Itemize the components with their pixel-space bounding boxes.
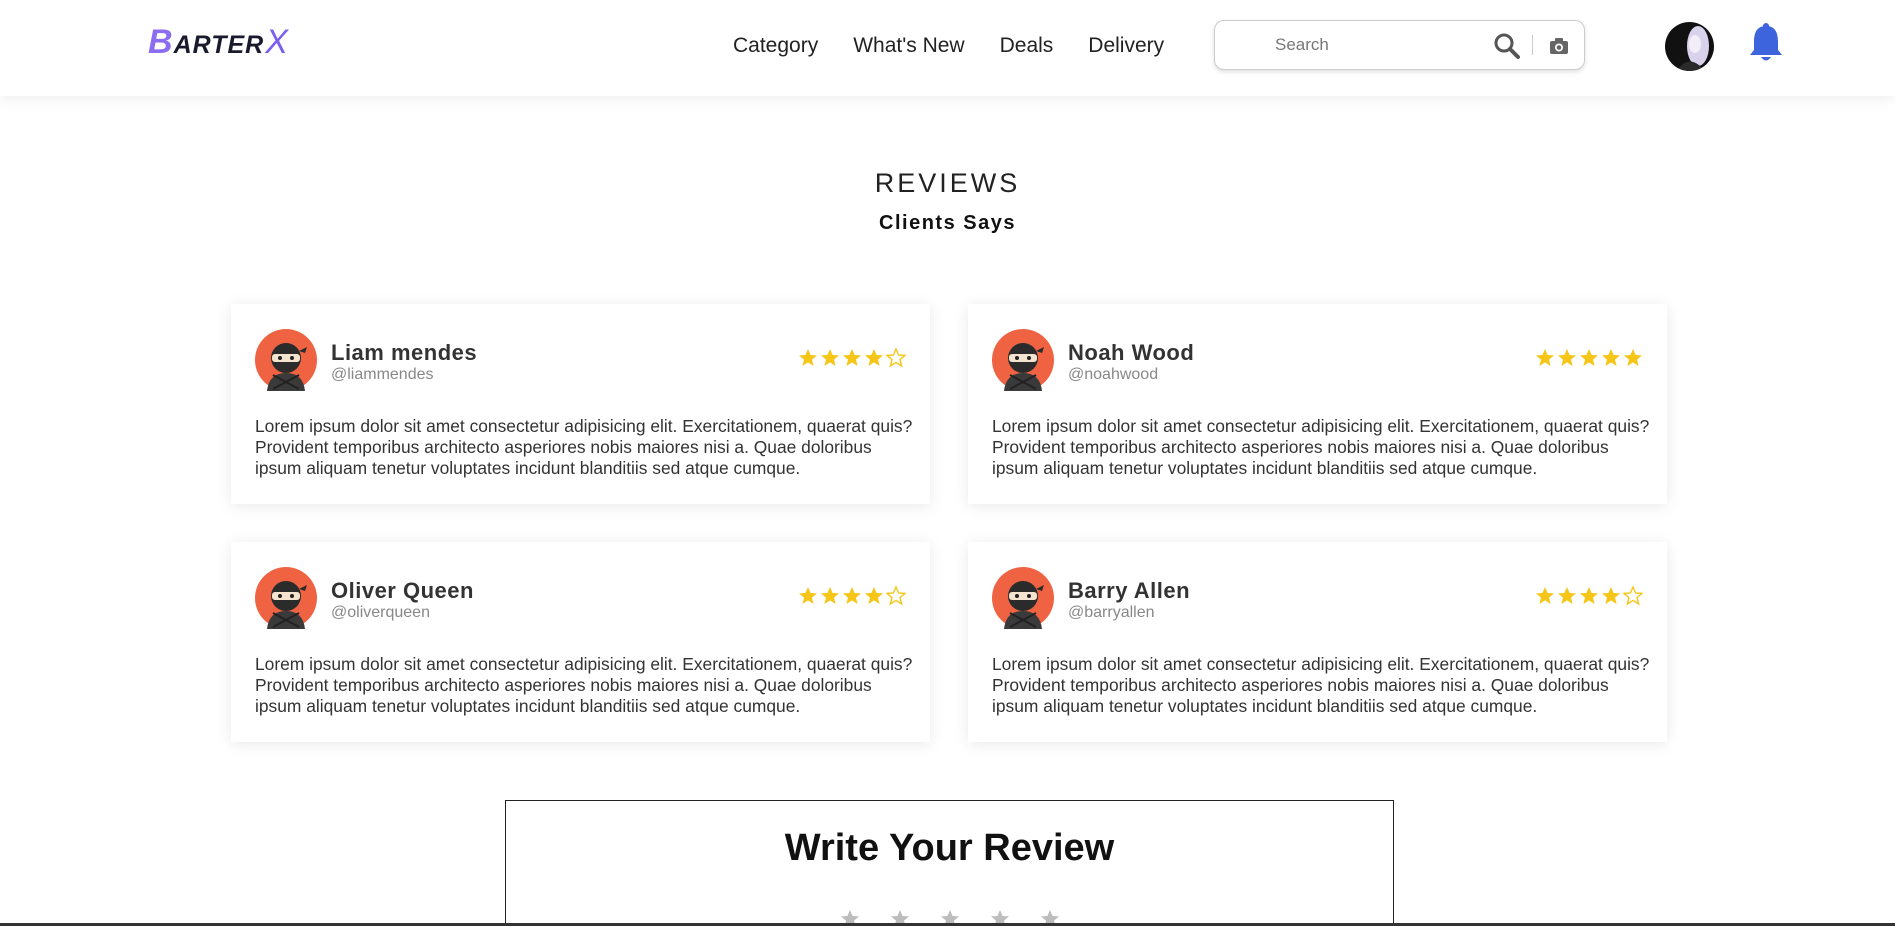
star-filled-icon	[1558, 587, 1576, 604]
nav-deals[interactable]: Deals	[1000, 34, 1054, 58]
star-rating	[1535, 348, 1643, 368]
section-title: REVIEWS	[874, 168, 1021, 198]
review-text: Lorem ipsum dolor sit amet consectetur a…	[992, 416, 1650, 478]
logo[interactable]: B ARTER X	[148, 22, 288, 62]
star-outline-icon	[1623, 586, 1643, 606]
reviewer-handle: @oliverqueen	[331, 604, 430, 621]
star-filled-icon	[1602, 349, 1620, 366]
search-icon[interactable]	[1493, 32, 1521, 60]
star-rating	[798, 348, 906, 368]
reviewer-name: Barry Allen	[1068, 578, 1191, 603]
nav-delivery[interactable]: Delivery	[1088, 34, 1164, 58]
ninja-avatar-icon	[255, 329, 317, 391]
user-avatar[interactable]	[1665, 22, 1714, 71]
star-outline-icon	[886, 348, 906, 368]
review-card: Noah Wood @noahwood Lorem ipsum dolor si…	[968, 304, 1667, 504]
star-filled-icon	[821, 349, 839, 366]
reviewer-handle: @liammendes	[331, 366, 434, 383]
main-nav: Category What's New Deals Delivery	[733, 34, 1164, 58]
star-filled-icon	[1536, 349, 1554, 366]
star-filled-icon	[1624, 349, 1642, 366]
review-text: Lorem ipsum dolor sit amet consectetur a…	[255, 416, 913, 478]
camera-icon[interactable]	[1548, 35, 1570, 57]
search-divider	[1532, 35, 1533, 55]
star-filled-icon	[843, 349, 861, 366]
star-rating	[798, 586, 906, 606]
star-filled-icon	[1558, 349, 1576, 366]
star-filled-icon	[865, 587, 883, 604]
review-card: Liam mendes @liammendes Lorem ipsum dolo…	[231, 304, 930, 504]
ninja-avatar-icon	[992, 329, 1054, 391]
ninja-avatar-icon	[255, 567, 317, 629]
review-card: Barry Allen @barryallen Lorem ipsum dolo…	[968, 542, 1667, 742]
star-filled-icon	[1602, 587, 1620, 604]
logo-letter: B	[148, 23, 173, 61]
reviewer-handle: @barryallen	[1068, 604, 1155, 621]
header: B ARTER X Category What's New Deals Deli…	[0, 0, 1895, 96]
logo-x-letter: X	[265, 23, 288, 61]
search-input[interactable]	[1275, 33, 1475, 57]
reviewer-name: Liam mendes	[331, 340, 478, 365]
star-rating	[1535, 586, 1643, 606]
reviewer-name: Noah Wood	[1068, 340, 1195, 365]
write-review-section: Write Your Review	[505, 800, 1394, 926]
review-text: Lorem ipsum dolor sit amet consectetur a…	[255, 654, 913, 716]
star-filled-icon	[821, 587, 839, 604]
nav-whats-new[interactable]: What's New	[853, 34, 964, 58]
nav-category[interactable]: Category	[733, 34, 818, 58]
bell-icon[interactable]	[1748, 22, 1784, 64]
section-subtitle: Clients Says	[879, 212, 1016, 234]
star-outline-icon	[886, 586, 906, 606]
star-filled-icon	[1580, 349, 1598, 366]
star-filled-icon	[799, 587, 817, 604]
review-text: Lorem ipsum dolor sit amet consectetur a…	[992, 654, 1650, 716]
star-filled-icon	[799, 349, 817, 366]
star-filled-icon	[1536, 587, 1554, 604]
reviewer-handle: @noahwood	[1068, 366, 1159, 383]
reviewer-name: Oliver Queen	[331, 578, 474, 603]
review-card: Oliver Queen @oliverqueen Lorem ipsum do…	[231, 542, 930, 742]
search-bar	[1214, 20, 1585, 70]
ninja-avatar-icon	[992, 567, 1054, 629]
star-filled-icon	[1580, 587, 1598, 604]
logo-text: ARTER	[173, 30, 265, 59]
write-review-title: Write Your Review	[784, 827, 1115, 869]
star-filled-icon	[865, 349, 883, 366]
star-filled-icon	[843, 587, 861, 604]
